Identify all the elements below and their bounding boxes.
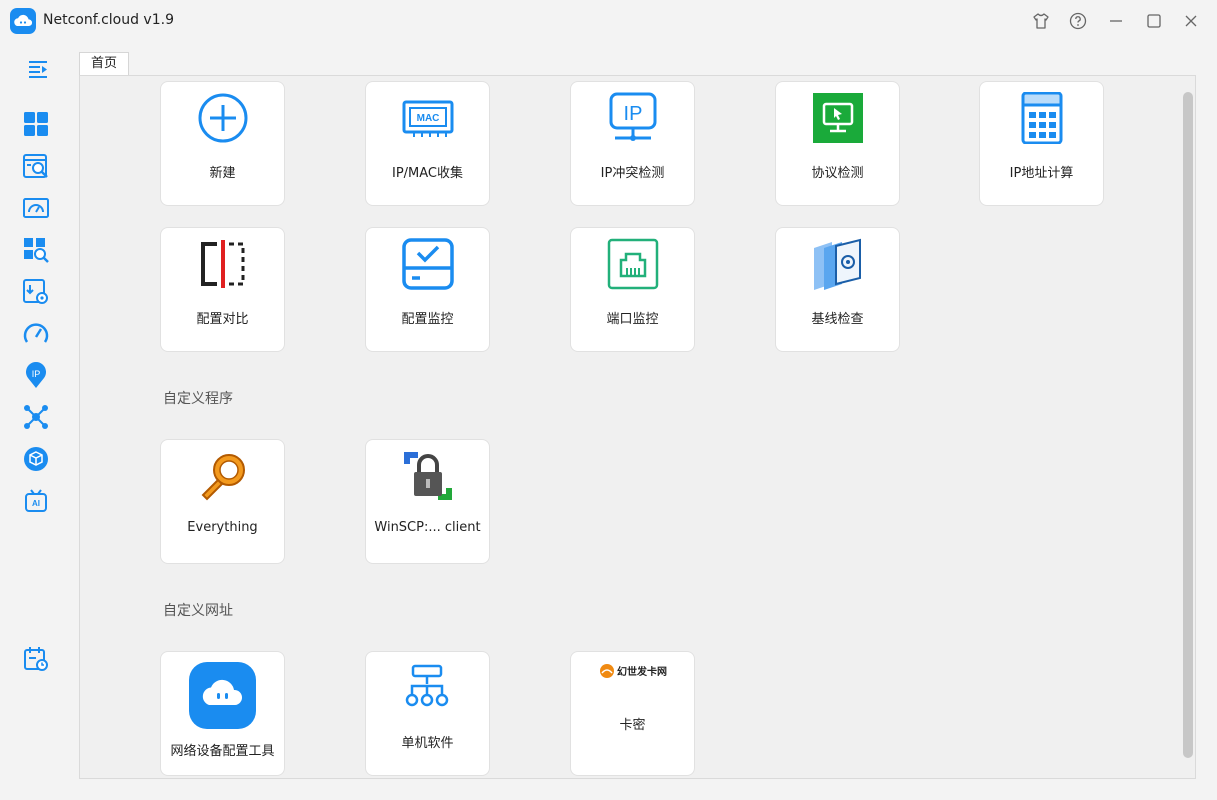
url-label: 卡密 xyxy=(619,718,646,733)
dashboard-icon[interactable] xyxy=(22,110,50,138)
ai-tv-icon[interactable]: AI xyxy=(22,487,50,515)
menu-collapse-icon[interactable] xyxy=(27,58,51,80)
calculator-icon xyxy=(1016,91,1068,145)
port-icon xyxy=(607,238,659,290)
url-label: 网络设备配置工具 xyxy=(170,744,275,759)
calendar-schedule-icon[interactable] xyxy=(22,645,50,673)
cube-icon[interactable] xyxy=(22,445,50,473)
tool-card-protocol[interactable]: 协议检测 xyxy=(775,81,900,206)
monitor-icon[interactable] xyxy=(22,194,50,222)
tool-card-port-monitor[interactable]: 端口监控 xyxy=(570,227,695,352)
tool-card-ip-conflict[interactable]: IP IP冲突检测 xyxy=(570,81,695,206)
tool-label: 配置监控 xyxy=(401,312,454,327)
tool-label: IP冲突检测 xyxy=(600,166,665,181)
section-title-custom-urls: 自定义网址 xyxy=(163,603,233,619)
tool-card-baseline[interactable]: 基线检查 xyxy=(775,227,900,352)
url-card-network-config[interactable]: 网络设备配置工具 xyxy=(160,651,285,776)
maximize-icon[interactable] xyxy=(1144,11,1164,31)
program-label: WinSCP:... client xyxy=(374,520,481,535)
cloud-logo-icon xyxy=(189,662,256,729)
ip-monitor-icon: IP xyxy=(607,92,659,144)
title-bar: Netconf.cloud v1.9 xyxy=(0,0,1217,42)
sitemap-icon xyxy=(404,664,450,710)
url-label: 单机软件 xyxy=(401,736,454,751)
tool-label: 配置对比 xyxy=(196,312,249,327)
tool-label: IP/MAC收集 xyxy=(391,166,463,181)
compare-icon xyxy=(197,238,249,290)
tool-card-config-monitor[interactable]: 配置监控 xyxy=(365,227,490,352)
vertical-scrollbar[interactable] xyxy=(1183,92,1193,758)
tool-label: 基线检查 xyxy=(811,312,864,327)
program-label: Everything xyxy=(187,520,258,535)
shop-logo-text: 幻世发卡网 xyxy=(617,667,667,678)
minimize-icon[interactable] xyxy=(1106,11,1126,31)
config-search-icon[interactable] xyxy=(22,152,50,180)
tool-card-ip-mac[interactable]: MAC IP/MAC收集 xyxy=(365,81,490,206)
baseline-icon xyxy=(812,238,864,290)
search-grid-icon[interactable] xyxy=(22,236,50,264)
svg-text:IP: IP xyxy=(624,103,643,125)
everything-icon xyxy=(197,450,249,502)
config-monitor-icon xyxy=(402,238,454,290)
tool-label: IP地址计算 xyxy=(1009,166,1074,181)
winscp-icon xyxy=(402,450,454,502)
url-card-card-key[interactable]: 幻世发卡网 卡密 xyxy=(570,651,695,776)
help-icon[interactable] xyxy=(1068,11,1088,31)
close-icon[interactable] xyxy=(1181,11,1201,31)
download-settings-icon[interactable] xyxy=(22,278,50,306)
gauge-icon[interactable] xyxy=(22,320,50,348)
program-card-everything[interactable]: Everything xyxy=(160,439,285,564)
url-card-standalone-software[interactable]: 单机软件 xyxy=(365,651,490,776)
svg-text:IP: IP xyxy=(32,369,41,379)
shop-logo-icon: 幻世发卡网 xyxy=(599,662,669,680)
tool-card-config-compare[interactable]: 配置对比 xyxy=(160,227,285,352)
tool-label: 协议检测 xyxy=(811,166,864,181)
app-logo-icon xyxy=(10,8,36,34)
tool-label: 端口监控 xyxy=(606,312,659,327)
plus-circle-icon xyxy=(197,92,249,144)
mac-chip-icon: MAC xyxy=(402,92,454,144)
section-title-custom-programs: 自定义程序 xyxy=(163,391,233,407)
home-content: 新建 MAC IP/MAC收集 IP IP冲突检测 协议检测 IP地址计算 配置… xyxy=(79,75,1196,779)
tool-label: 新建 xyxy=(209,166,236,181)
ip-location-icon[interactable]: IP xyxy=(22,361,50,389)
shirt-icon[interactable] xyxy=(1031,11,1051,31)
svg-text:AI: AI xyxy=(32,499,40,508)
tool-card-new[interactable]: 新建 xyxy=(160,81,285,206)
window-title: Netconf.cloud v1.9 xyxy=(43,12,174,28)
program-card-winscp[interactable]: WinSCP:... client xyxy=(365,439,490,564)
network-topology-icon[interactable] xyxy=(22,403,50,431)
svg-text:MAC: MAC xyxy=(417,113,440,124)
protocol-screen-icon xyxy=(812,92,864,144)
tab-home[interactable]: 首页 xyxy=(79,52,129,76)
tool-card-ip-calc[interactable]: IP地址计算 xyxy=(979,81,1104,206)
